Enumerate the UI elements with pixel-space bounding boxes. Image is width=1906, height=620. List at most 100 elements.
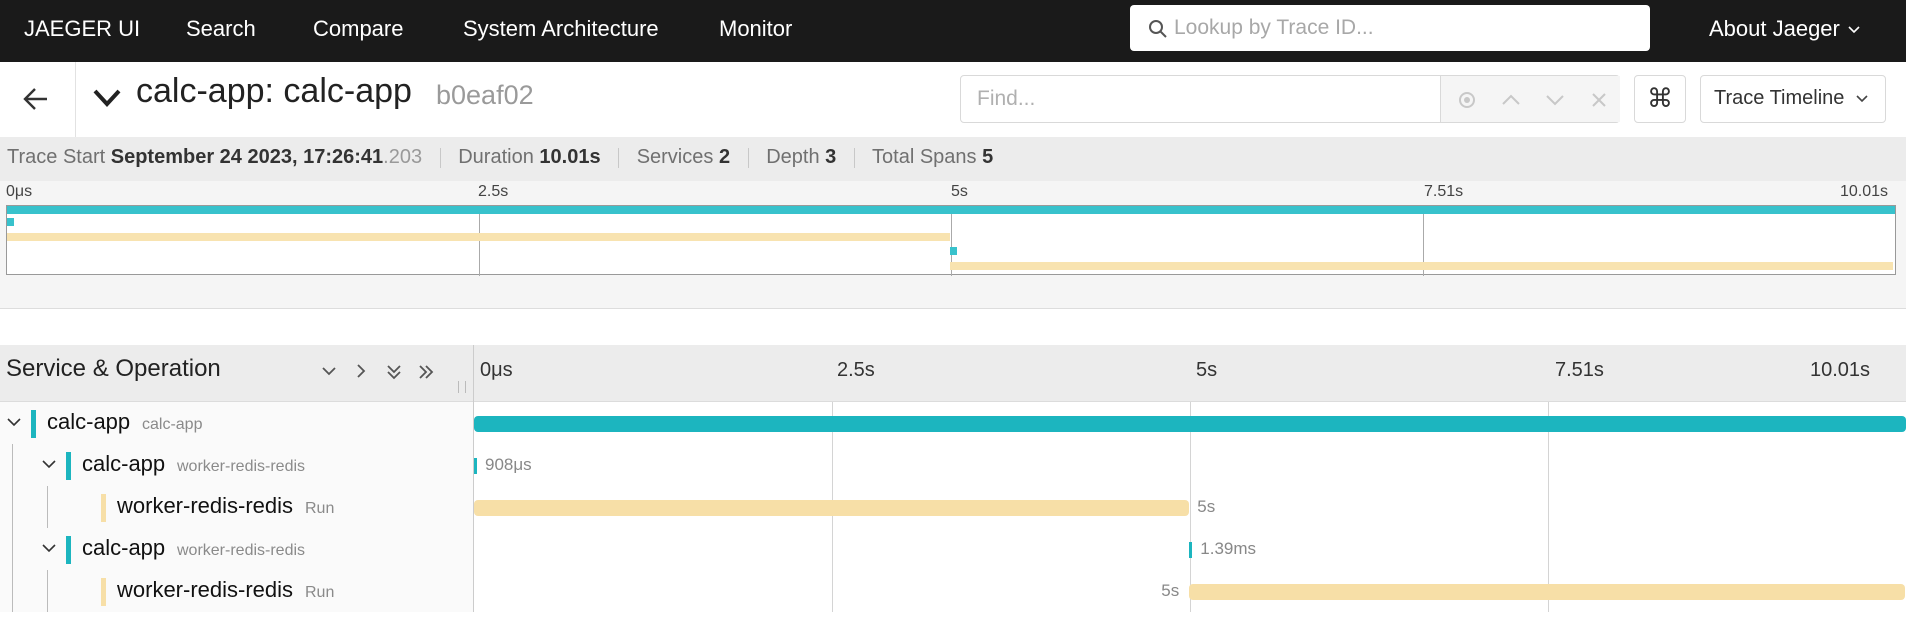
service-color-marker [101,578,106,606]
span-row[interactable]: worker-redis-redis Run 5s [0,570,1906,612]
chevron-down-icon[interactable] [41,456,57,472]
nav-search[interactable]: Search [186,0,256,62]
trace-start-label: Trace Start [7,146,106,168]
command-icon: ⌘ [1647,83,1673,113]
span-service-name: calc-app [82,451,166,476]
span-service-name: worker-redis-redis [117,577,294,602]
column-resize-handle[interactable] [458,381,466,393]
trace-summary: Trace Start September 24 2023, 17:26:41.… [0,137,1906,181]
span-duration-label: 5s [1161,581,1180,600]
divider [853,147,855,168]
indent-guide [12,528,13,570]
span-duration-label: 5s [1197,497,1216,516]
services-value: 2 [718,146,731,168]
indent-guide [12,444,13,486]
column-divider [473,345,474,402]
span-operation-name: worker-redis-redis [177,542,306,559]
minimap-gridline [479,206,480,276]
span-operation-name: Run [305,500,335,517]
find-input[interactable] [977,76,1427,122]
depth-label: Depth [766,146,820,168]
span-service-name: calc-app [47,409,131,434]
span-operation-name: calc-app [142,416,203,433]
span-bar[interactable] [1189,542,1193,558]
close-icon[interactable] [1587,88,1611,112]
locate-icon[interactable] [1455,88,1479,112]
span-name-cell[interactable]: calc-app worker-redis-redis [0,444,474,486]
chevron-down-icon[interactable] [6,414,22,430]
span-row[interactable]: calc-app calc-app [0,402,1906,444]
service-color-marker [101,494,106,522]
chevron-up-icon[interactable] [1499,88,1523,112]
chevron-down-icon [1856,95,1868,102]
collapse-all-icon[interactable] [384,362,404,382]
indent-guide [12,486,13,528]
span-bar[interactable] [474,500,1190,516]
timeline-tick: 2.5s [837,359,875,381]
service-color-marker [31,410,36,438]
divider [618,147,620,168]
trace-id-input[interactable] [1174,5,1634,51]
trace-title: calc-app: calc-app [136,72,412,110]
service-color-marker [66,452,71,480]
span-duration-label: 1.39ms [1200,539,1257,558]
minimap-canvas[interactable] [6,205,1896,276]
nav-compare[interactable]: Compare [313,0,403,62]
minimap-tick: 5s [951,183,968,200]
collapse-one-icon[interactable] [320,362,338,380]
span-bar[interactable] [1189,584,1905,600]
about-jaeger-label: About Jaeger [1709,16,1840,41]
trace-start-ms: .203 [383,146,423,168]
chevron-down-icon[interactable] [41,540,57,556]
minimap-tick: 10.01s [1840,183,1889,200]
minimap-span-bar [7,233,951,241]
timeline-header: Service & Operation 0μs 2.5s 5s 7.51s 10… [0,345,1906,402]
about-jaeger-menu[interactable]: About Jaeger [1709,0,1860,62]
divider [439,147,441,168]
span-bar[interactable] [474,458,477,474]
chevron-down-icon[interactable] [92,88,122,108]
span-service-name: calc-app [82,535,166,560]
expand-one-icon[interactable] [352,362,370,380]
trace-id: b0eaf02 [436,80,534,110]
duration-label: Duration [458,146,534,168]
chevron-down-icon[interactable] [1543,88,1567,112]
span-name-cell[interactable]: calc-app calc-app [0,402,474,444]
find-controls [1440,76,1620,122]
timeline-tick: 5s [1196,359,1218,381]
indent-guide [12,570,13,612]
timeline-tick: 10.01s [1810,359,1871,381]
keyboard-shortcuts-button[interactable]: ⌘ [1634,75,1686,123]
span-row[interactable]: calc-app worker-redis-redis 908μs [0,444,1906,486]
nav-system-architecture[interactable]: System Architecture [463,0,659,62]
span-name-cell[interactable]: worker-redis-redis Run [0,570,474,612]
timeline-tick: 7.51s [1555,359,1604,381]
span-bar[interactable] [474,416,1906,432]
brand-link[interactable]: JAEGER UI [24,0,140,62]
span-duration-label: 908μs [485,455,532,474]
trace-id-lookup [1130,5,1650,51]
expand-all-icon[interactable] [416,362,436,382]
view-mode-label: Trace Timeline [1714,87,1845,109]
trace-minimap[interactable]: 0μs 2.5s 5s 7.51s 10.01s [0,181,1906,309]
divider [747,147,749,168]
view-mode-select[interactable]: Trace Timeline [1700,75,1886,123]
span-operation-name: Run [305,584,335,601]
minimap-tick: 0μs [6,183,33,200]
nav-monitor[interactable]: Monitor [719,0,792,62]
total-spans-label: Total Spans [872,146,977,168]
minimap-tick: 2.5s [478,183,509,200]
span-rows: calc-app calc-app calc-app worker-redis-red… [0,402,1906,612]
back-button[interactable] [0,62,76,137]
span-row[interactable]: calc-app worker-redis-redis 1.39ms [0,528,1906,570]
span-row[interactable]: worker-redis-redis Run 5s [0,486,1906,528]
minimap-span-bar [950,262,1894,270]
indent-guide [47,570,48,612]
minimap-span-bar [7,206,1895,214]
indent-guide [47,486,48,528]
minimap-span-bar [950,247,958,255]
span-name-cell[interactable]: calc-app worker-redis-redis [0,528,474,570]
search-icon [1149,20,1167,38]
minimap-tick: 7.51s [1424,183,1464,200]
span-name-cell[interactable]: worker-redis-redis Run [0,486,474,528]
